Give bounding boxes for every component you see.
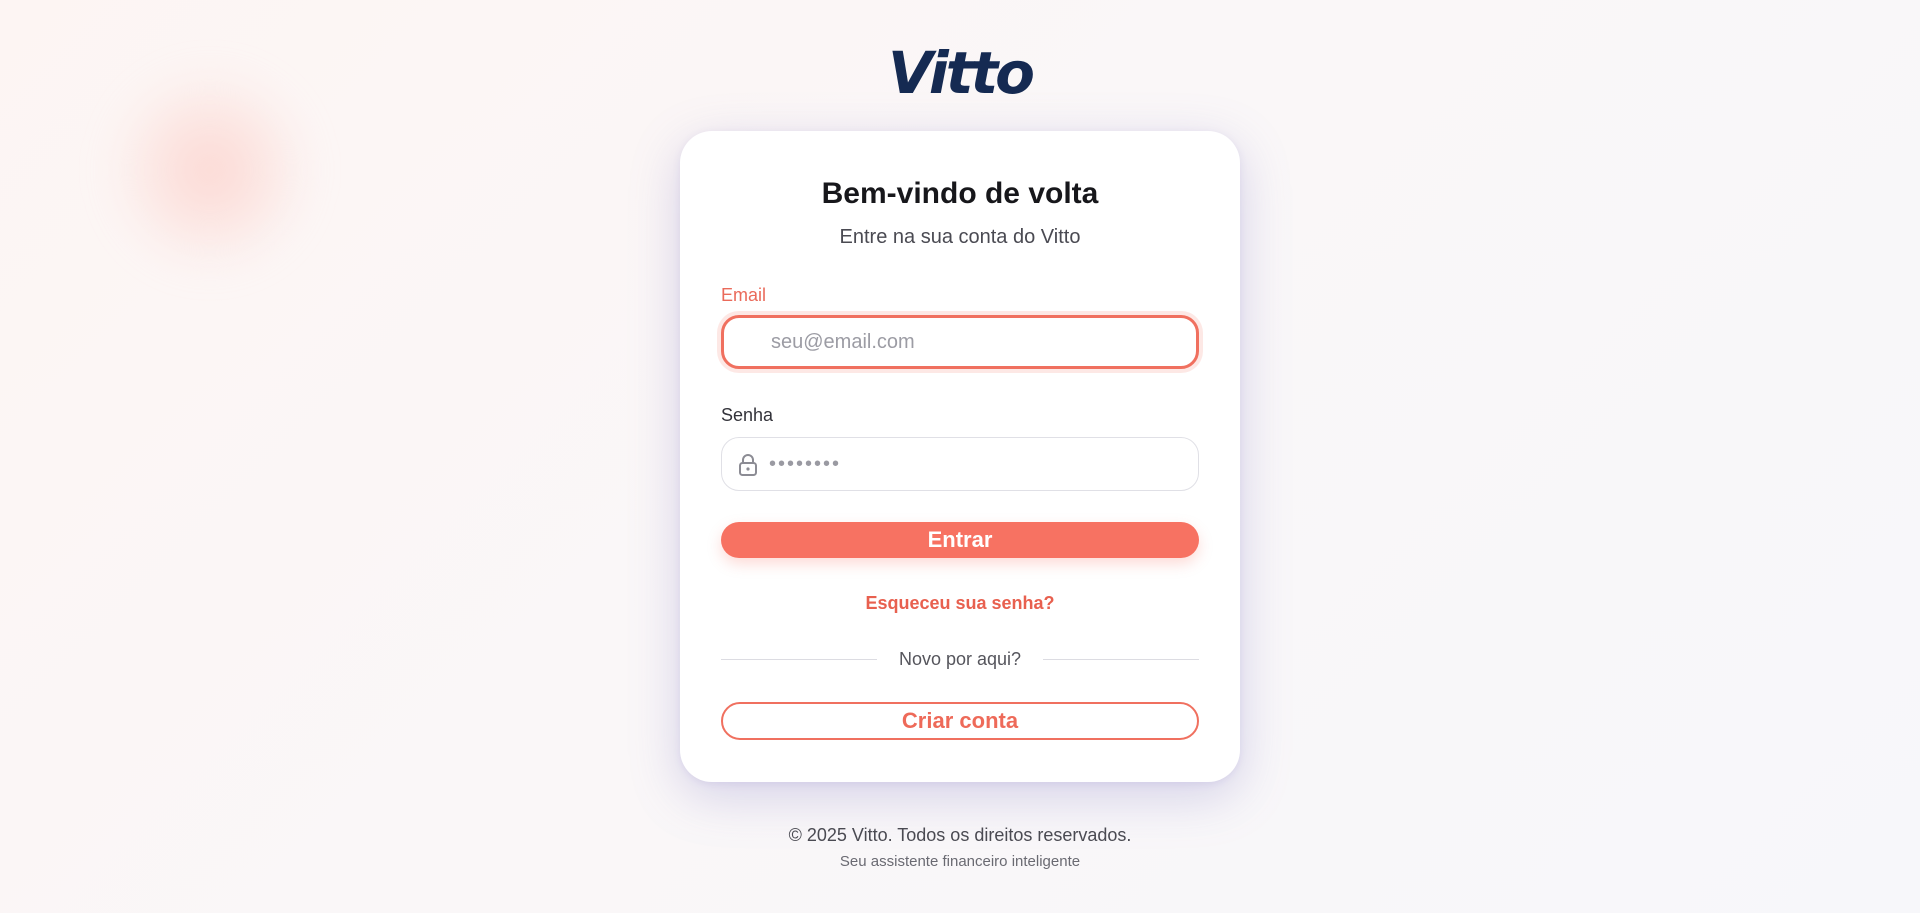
- brand-logo: Vitto: [887, 39, 1035, 107]
- forgot-password-link[interactable]: Esqueceu sua senha?: [680, 591, 1240, 615]
- password-label: Senha: [721, 405, 774, 425]
- create-account-button[interactable]: Criar conta: [721, 702, 1199, 740]
- password-field[interactable]: [722, 438, 1198, 490]
- login-card: Bem-vindo de volta Entre na sua conta do…: [680, 131, 1240, 782]
- login-button[interactable]: Entrar: [721, 522, 1199, 558]
- email-field-container: [721, 315, 1199, 369]
- email-label: Email: [721, 285, 767, 305]
- password-field-container: [721, 437, 1199, 491]
- email-field[interactable]: [724, 318, 1196, 366]
- login-title: Bem-vindo de volta: [821, 177, 1099, 210]
- footer-tagline: Seu assistente financeiro inteligente: [839, 853, 1081, 870]
- footer-copyright: © 2025 Vitto. Todos os direitos reservad…: [788, 825, 1132, 845]
- login-subtitle: Entre na sua conta do Vitto: [839, 226, 1081, 248]
- divider-line-right: [1043, 659, 1199, 660]
